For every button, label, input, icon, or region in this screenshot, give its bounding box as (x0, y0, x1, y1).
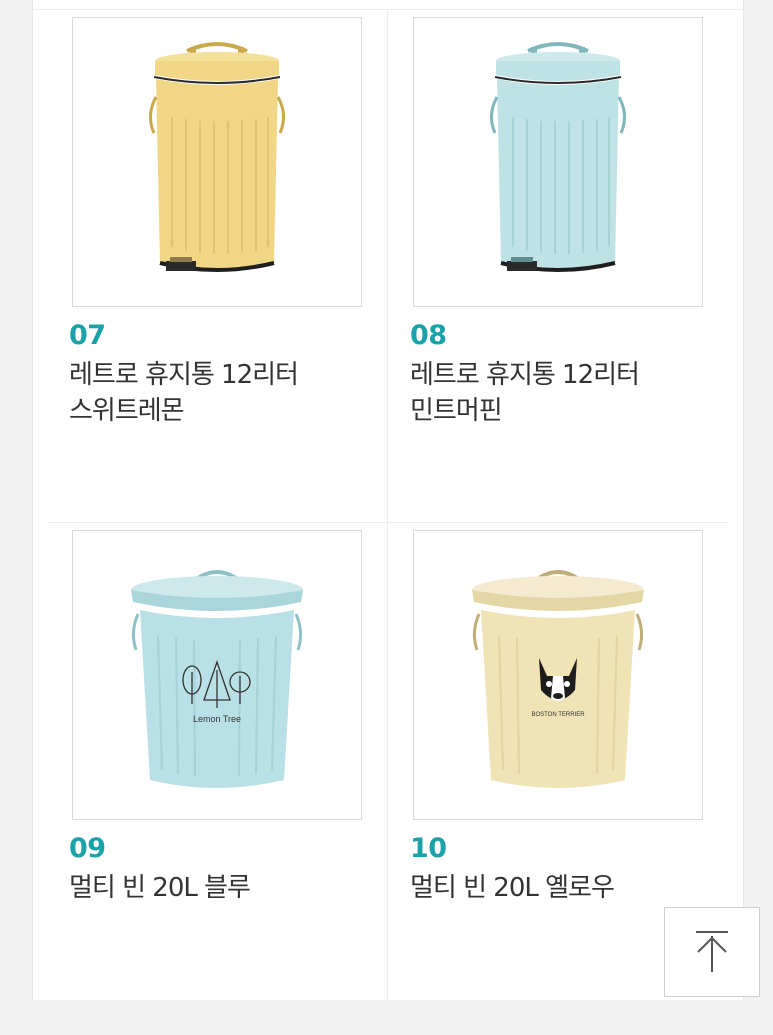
multi-bin-blue-image: Lemon Tree (131, 570, 303, 788)
product-title-line2[interactable]: 민트머핀 (410, 393, 710, 429)
product-number: 08 (410, 320, 447, 351)
product-title-line1[interactable]: 멀티 빈 20L 블루 (69, 870, 369, 906)
arrow-up-icon (696, 931, 728, 972)
pedal-bin-yellow-image (149, 42, 285, 272)
pedal-bin-mint-image (490, 42, 626, 272)
product-card-09[interactable]: Lemon Tree 09 멀티 빈 20L 블루 (47, 523, 387, 1035)
scroll-to-top-button[interactable] (664, 907, 760, 997)
product-number: 09 (69, 833, 106, 864)
product-card-08[interactable]: 08 레트로 휴지통 12리터 민트머핀 (388, 10, 728, 522)
product-title[interactable]: 레트로 휴지통 12리터 스위트레몬 (69, 357, 369, 429)
product-number: 07 (69, 320, 106, 351)
print-text: BOSTON TERRIER (531, 712, 585, 718)
product-title[interactable]: 레트로 휴지통 12리터 민트머핀 (410, 357, 710, 429)
product-image-10[interactable]: BOSTON TERRIER (413, 530, 703, 820)
product-title-line2[interactable]: 스위트레몬 (69, 393, 369, 429)
product-title-line1[interactable]: 멀티 빈 20L 옐로우 (410, 870, 710, 906)
product-list-page: 07 레트로 휴지통 12리터 스위트레몬 08 레트로 휴지통 12리터 민트… (32, 0, 744, 1000)
product-title-line1[interactable]: 레트로 휴지통 12리터 (69, 357, 369, 393)
product-card-07[interactable]: 07 레트로 휴지통 12리터 스위트레몬 (47, 10, 387, 522)
product-title[interactable]: 멀티 빈 20L 옐로우 (410, 870, 710, 906)
print-text: Lemon Tree (193, 714, 241, 724)
product-title[interactable]: 멀티 빈 20L 블루 (69, 870, 369, 906)
product-number: 10 (410, 833, 447, 864)
multi-bin-yellow-image: BOSTON TERRIER (472, 570, 644, 788)
product-image-09[interactable]: Lemon Tree (72, 530, 362, 820)
product-title-line1[interactable]: 레트로 휴지통 12리터 (410, 357, 710, 393)
product-image-08[interactable] (413, 17, 703, 307)
product-image-07[interactable] (72, 17, 362, 307)
